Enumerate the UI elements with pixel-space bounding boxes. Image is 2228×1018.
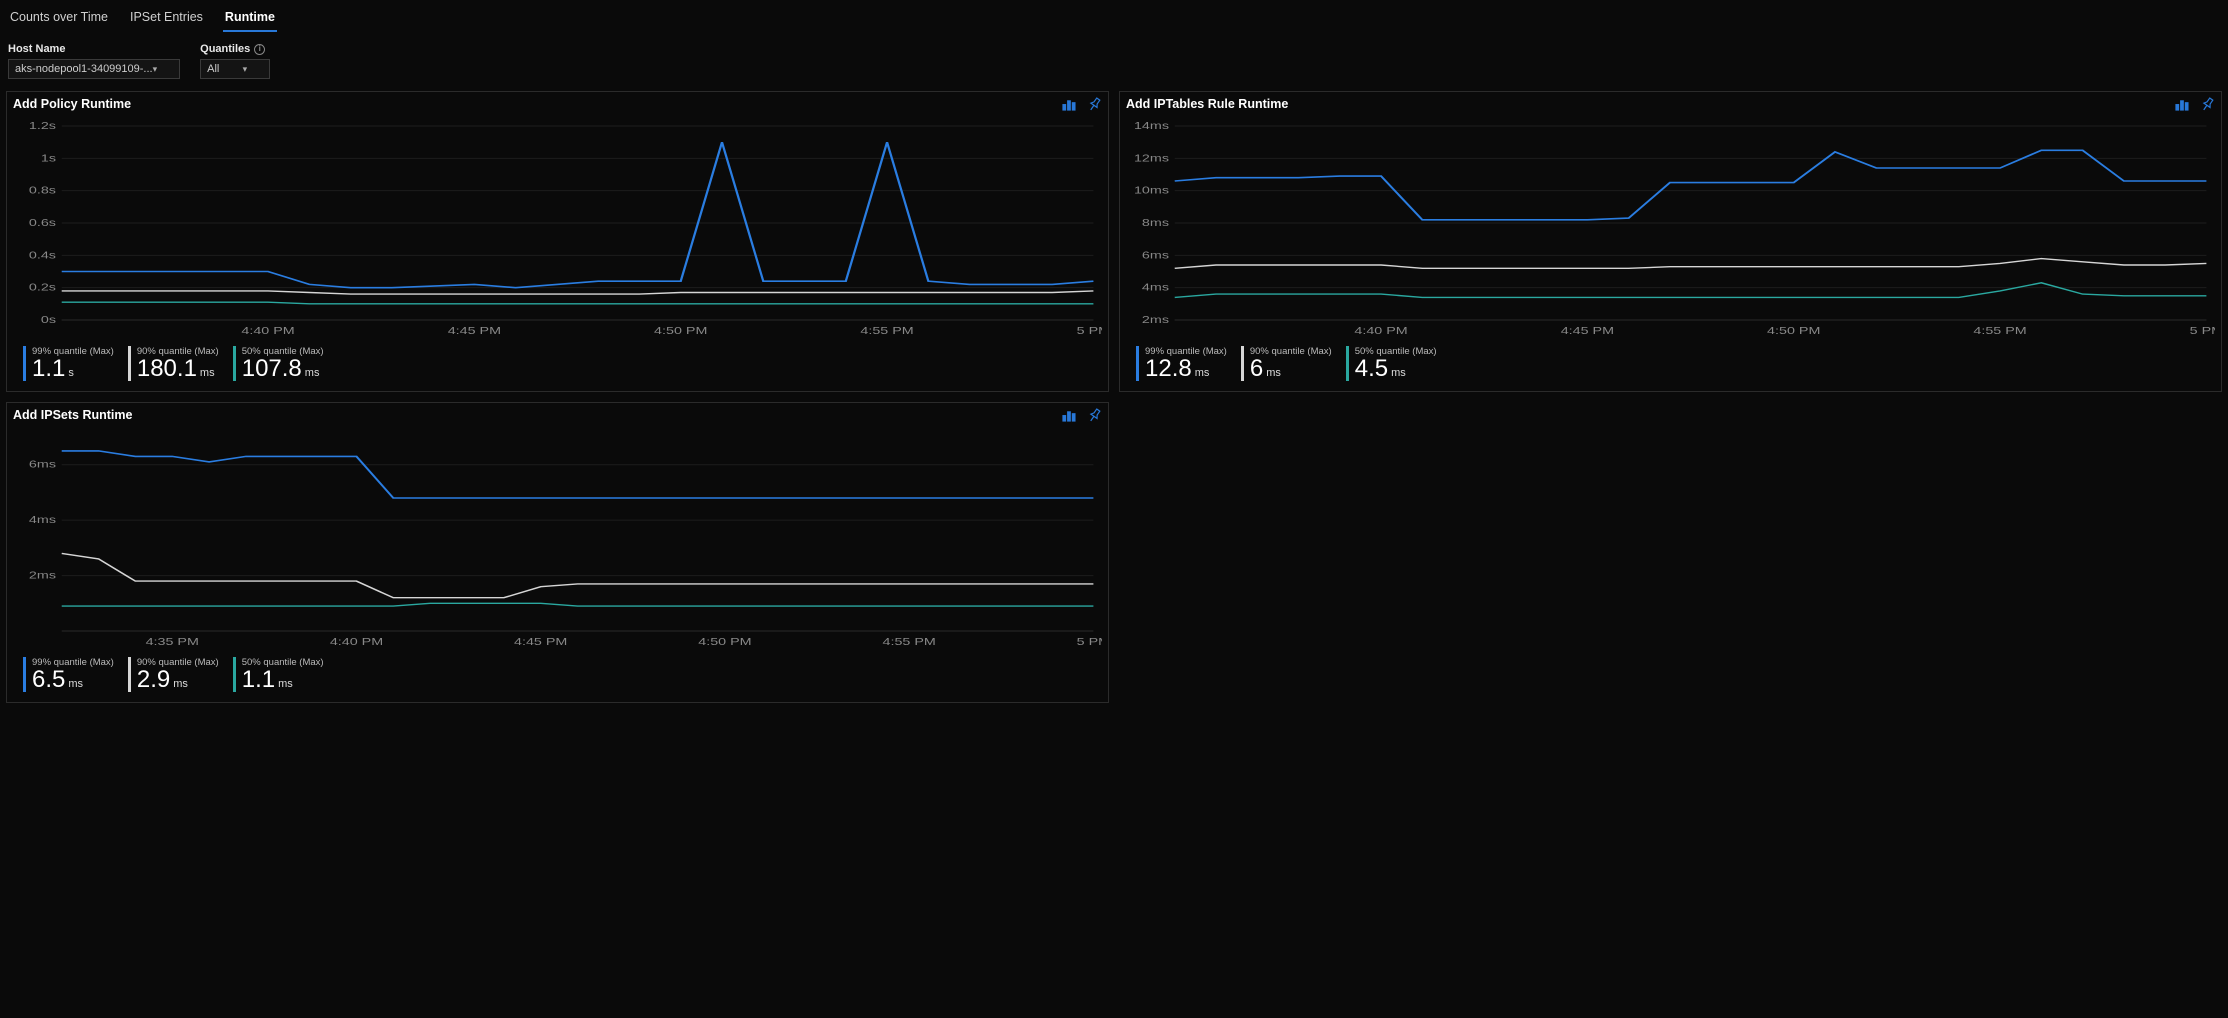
svg-text:0s: 0s <box>41 314 56 325</box>
legend: 99% quantile (Max) 12.8 ms 90% quantile … <box>1120 342 2221 391</box>
legend-value: 1.1 <box>242 668 275 692</box>
svg-text:12ms: 12ms <box>1134 152 1169 163</box>
legend: 99% quantile (Max) 1.1 s 90% quantile (M… <box>7 342 1108 391</box>
chart-area[interactable]: 2ms 4ms 6ms 8ms 10ms 12ms 14ms 4:40 PM 4:45 PM 4:… <box>1120 116 2221 342</box>
legend-value: 6.5 <box>32 668 65 692</box>
svg-text:0.2s: 0.2s <box>29 282 56 293</box>
legend-item-q99[interactable]: 99% quantile (Max) 6.5 ms <box>23 657 114 692</box>
svg-text:4:50 PM: 4:50 PM <box>1767 325 1820 336</box>
svg-text:4:40 PM: 4:40 PM <box>241 325 294 336</box>
legend-value: 6 <box>1250 357 1263 381</box>
legend-unit: ms <box>200 367 215 379</box>
svg-text:0.8s: 0.8s <box>29 185 56 196</box>
card-title: Add IPSets Runtime <box>13 408 132 422</box>
legend-unit: ms <box>305 367 320 379</box>
quantiles-select-value: All <box>207 63 219 75</box>
legend-unit: ms <box>1266 367 1281 379</box>
view-logs-icon[interactable] <box>1060 407 1076 423</box>
quantiles-select[interactable]: All ▾ <box>200 59 270 79</box>
pin-icon[interactable] <box>2199 96 2215 112</box>
view-logs-icon[interactable] <box>1060 96 1076 112</box>
svg-text:2ms: 2ms <box>1142 314 1169 325</box>
svg-text:6ms: 6ms <box>1142 249 1169 260</box>
svg-text:4:50 PM: 4:50 PM <box>698 636 751 647</box>
filter-quantiles: Quantiles i All ▾ <box>200 43 270 79</box>
filter-hostname: Host Name aks-nodepool1-34099109-... ▾ <box>8 43 180 79</box>
legend-unit: ms <box>278 678 293 690</box>
card-add-ipsets: Add IPSets Runtime 2ms 4ms 6ms 4:35 PM 4:40 … <box>6 402 1109 703</box>
svg-text:5 PM: 5 PM <box>1077 636 1102 647</box>
card-title: Add Policy Runtime <box>13 97 131 111</box>
svg-text:4:55 PM: 4:55 PM <box>883 636 936 647</box>
legend-unit: s <box>68 367 74 379</box>
svg-text:0.6s: 0.6s <box>29 217 56 228</box>
filter-hostname-label: Host Name <box>8 43 180 55</box>
legend-item-q50[interactable]: 50% quantile (Max) 4.5 ms <box>1346 346 1437 381</box>
card-add-iptables: Add IPTables Rule Runtime 2ms4ms6ms8ms10… <box>1119 91 2222 392</box>
chevron-down-icon: ▾ <box>243 64 248 75</box>
tab-ipset-entries[interactable]: IPSet Entries <box>128 6 205 32</box>
legend-unit: ms <box>1391 367 1406 379</box>
tab-bar: Counts over Time IPSet Entries Runtime <box>0 0 2228 33</box>
tab-runtime[interactable]: Runtime <box>223 6 277 32</box>
pin-icon[interactable] <box>1086 407 1102 423</box>
svg-text:4:35 PM: 4:35 PM <box>146 636 199 647</box>
svg-text:4:45 PM: 4:45 PM <box>514 636 567 647</box>
legend-value: 107.8 <box>242 357 302 381</box>
svg-text:10ms: 10ms <box>1134 185 1169 196</box>
view-logs-icon[interactable] <box>2173 96 2189 112</box>
chart-area[interactable]: 0s 0.2s 0.4s 0.6s 0.8s 1s 1.2s 4:40 PM 4:45 PM 4:… <box>7 116 1108 342</box>
svg-text:4:55 PM: 4:55 PM <box>860 325 913 336</box>
legend-value: 2.9 <box>137 668 170 692</box>
info-icon[interactable]: i <box>254 44 265 55</box>
legend-value: 4.5 <box>1355 357 1388 381</box>
card-title: Add IPTables Rule Runtime <box>1126 97 1288 111</box>
legend-unit: ms <box>173 678 188 690</box>
svg-text:14ms: 14ms <box>1134 120 1169 131</box>
chart-area[interactable]: 2ms 4ms 6ms 4:35 PM 4:40 PM 4:45 PM 4:50 PM 4:5… <box>7 427 1108 653</box>
legend-value: 180.1 <box>137 357 197 381</box>
svg-text:2ms: 2ms <box>29 570 56 581</box>
svg-text:4:50 PM: 4:50 PM <box>654 325 707 336</box>
svg-text:4:55 PM: 4:55 PM <box>1973 325 2026 336</box>
tab-counts-over-time[interactable]: Counts over Time <box>8 6 110 32</box>
filter-quantiles-label: Quantiles i <box>200 43 270 55</box>
legend-value: 1.1 <box>32 357 65 381</box>
svg-text:5 PM: 5 PM <box>1077 325 1102 336</box>
chevron-down-icon: ▾ <box>153 64 158 75</box>
card-actions <box>1060 96 1102 112</box>
svg-text:0.4s: 0.4s <box>29 249 56 260</box>
hostname-select[interactable]: aks-nodepool1-34099109-... ▾ <box>8 59 180 79</box>
legend-item-q99[interactable]: 99% quantile (Max) 12.8 ms <box>1136 346 1227 381</box>
svg-text:4:40 PM: 4:40 PM <box>1354 325 1407 336</box>
filter-bar: Host Name aks-nodepool1-34099109-... ▾ Q… <box>0 33 2228 91</box>
svg-text:4ms: 4ms <box>29 514 56 525</box>
legend-item-q50[interactable]: 50% quantile (Max) 107.8 ms <box>233 346 324 381</box>
legend-unit: ms <box>68 678 83 690</box>
svg-text:4ms: 4ms <box>1142 282 1169 293</box>
legend-item-q90[interactable]: 90% quantile (Max) 6 ms <box>1241 346 1332 381</box>
legend-item-q90[interactable]: 90% quantile (Max) 180.1 ms <box>128 346 219 381</box>
chart-grid: Add Policy Runtime 0s 0.2s 0.4s 0.6s 0.8s 1s 1… <box>0 91 2228 713</box>
hostname-select-value: aks-nodepool1-34099109-... <box>15 63 153 75</box>
legend-value: 12.8 <box>1145 357 1192 381</box>
legend-item-q99[interactable]: 99% quantile (Max) 1.1 s <box>23 346 114 381</box>
card-actions <box>2173 96 2215 112</box>
svg-text:6ms: 6ms <box>29 459 56 470</box>
legend-unit: ms <box>1195 367 1210 379</box>
svg-text:5 PM: 5 PM <box>2190 325 2215 336</box>
svg-text:1.2s: 1.2s <box>29 120 56 131</box>
svg-text:4:45 PM: 4:45 PM <box>448 325 501 336</box>
legend: 99% quantile (Max) 6.5 ms 90% quantile (… <box>7 653 1108 702</box>
pin-icon[interactable] <box>1086 96 1102 112</box>
card-add-policy: Add Policy Runtime 0s 0.2s 0.4s 0.6s 0.8s 1s 1… <box>6 91 1109 392</box>
legend-item-q50[interactable]: 50% quantile (Max) 1.1 ms <box>233 657 324 692</box>
svg-text:1s: 1s <box>41 152 56 163</box>
svg-text:4:40 PM: 4:40 PM <box>330 636 383 647</box>
card-actions <box>1060 407 1102 423</box>
svg-text:4:45 PM: 4:45 PM <box>1561 325 1614 336</box>
svg-text:8ms: 8ms <box>1142 217 1169 228</box>
legend-item-q90[interactable]: 90% quantile (Max) 2.9 ms <box>128 657 219 692</box>
